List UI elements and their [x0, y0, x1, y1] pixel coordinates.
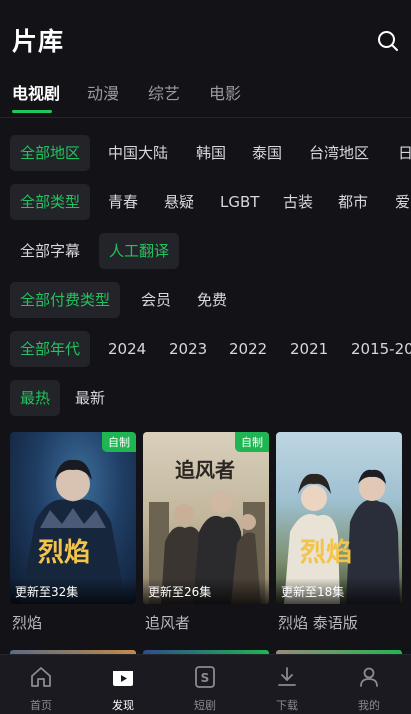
filter-year-2022[interactable]: 2022 — [219, 331, 277, 367]
poster-image[interactable]: 烈焰 更新至18集 — [276, 432, 402, 604]
profile-icon — [360, 667, 378, 687]
filter-genre-youth[interactable]: 青春 — [98, 184, 148, 220]
episode-overlay: 更新至18集 — [276, 578, 402, 604]
nav-short-drama[interactable]: S 短剧 — [164, 655, 246, 714]
genre-filter-row: 全部类型 青春 悬疑 LGBT 古装 都市 爱 — [0, 184, 411, 220]
filter-pay-all[interactable]: 全部付费类型 — [10, 282, 121, 318]
filter-pay-free[interactable]: 免费 — [187, 282, 237, 318]
filter-genre-lgbt[interactable]: LGBT — [210, 184, 269, 220]
filter-year-2015-20[interactable]: 2015-20 — [341, 331, 411, 367]
search-icon[interactable] — [377, 30, 399, 52]
svg-text:S: S — [201, 671, 210, 685]
episode-count: 更新至18集 — [281, 585, 345, 599]
filter-region-all[interactable]: 全部地区 — [10, 135, 91, 171]
nav-download[interactable]: 下载 — [246, 655, 328, 714]
home-icon — [31, 667, 51, 687]
poster-image[interactable]: 烈焰 自制 更新至32集 — [10, 432, 136, 604]
header: 片库 — [0, 0, 411, 76]
filter-region-mainland[interactable]: 中国大陆 — [98, 135, 178, 171]
filter-year-2023[interactable]: 2023 — [159, 331, 217, 367]
filter-region-korea[interactable]: 韩国 — [186, 135, 236, 171]
filter-genre-romance[interactable]: 爱 — [385, 184, 411, 220]
subtitle-filter-row: 全部字幕 人工翻译 — [0, 233, 411, 269]
poster-title-art: 烈焰 — [38, 538, 91, 568]
filter-genre-mystery[interactable]: 悬疑 — [154, 184, 204, 220]
poster-image[interactable]: 追风者 自制 更新至26集 — [143, 432, 269, 604]
nav-discover-label: 发现 — [112, 699, 134, 712]
poster-title-art: 烈焰 — [300, 538, 353, 568]
filter-region-taiwan[interactable]: 台湾地区 — [299, 135, 379, 171]
filter-genre-costume[interactable]: 古装 — [273, 184, 323, 220]
nav-discover[interactable]: 发现 — [82, 655, 164, 714]
filter-region-thailand[interactable]: 泰国 — [242, 135, 292, 171]
short-drama-icon: S — [195, 666, 215, 688]
episode-overlay: 更新至26集 — [143, 578, 269, 604]
tab-anime[interactable]: 动漫 — [87, 80, 119, 104]
nav-download-label: 下载 — [276, 699, 298, 712]
poster-title-art: 追风者 — [175, 458, 235, 482]
card-title[interactable]: 追风者 — [145, 612, 190, 633]
category-tabs: 电视剧 动漫 综艺 电影 — [0, 80, 411, 113]
episode-overlay: 更新至32集 — [10, 578, 136, 604]
original-badge: 自制 — [102, 432, 136, 452]
filter-subtitle-all[interactable]: 全部字幕 — [10, 233, 90, 269]
nav-profile-label: 我的 — [358, 699, 380, 712]
original-badge: 自制 — [235, 432, 269, 452]
filter-genre-urban[interactable]: 都市 — [328, 184, 378, 220]
filter-year-2021[interactable]: 2021 — [280, 331, 338, 367]
nav-short-drama-label: 短剧 — [194, 699, 216, 712]
nav-home[interactable]: 首页 — [0, 655, 82, 714]
sort-filter-row: 最热 最新 — [0, 380, 411, 416]
sort-new[interactable]: 最新 — [65, 380, 115, 416]
episode-count: 更新至32集 — [15, 585, 79, 599]
tab-movie[interactable]: 电影 — [209, 80, 241, 104]
year-filter-row: 全部年代 2024 2023 2022 2021 2015-20 — [0, 331, 411, 367]
tab-variety[interactable]: 综艺 — [148, 80, 180, 104]
active-tab-indicator — [12, 110, 52, 113]
bottom-nav: 首页 发现 S 短剧 下载 我的 — [0, 654, 411, 714]
episode-count: 更新至26集 — [148, 585, 212, 599]
card-title[interactable]: 烈焰 泰语版 — [278, 612, 358, 633]
page-title: 片库 — [12, 27, 65, 56]
nav-home-label: 首页 — [30, 699, 52, 712]
filter-pay-member[interactable]: 会员 — [131, 282, 181, 318]
tab-tv-series[interactable]: 电视剧 — [12, 80, 60, 104]
filter-region-japan[interactable]: 日 — [388, 135, 411, 171]
tabs-divider — [0, 117, 411, 118]
download-icon — [278, 667, 296, 686]
filter-genre-all[interactable]: 全部类型 — [10, 184, 91, 220]
nav-profile[interactable]: 我的 — [328, 655, 410, 714]
play-icon — [113, 668, 133, 686]
filter-year-2024[interactable]: 2024 — [98, 331, 156, 367]
region-filter-row: 全部地区 中国大陆 韩国 泰国 台湾地区 日 — [0, 135, 411, 171]
filter-subtitle-human[interactable]: 人工翻译 — [99, 233, 180, 269]
card-title[interactable]: 烈焰 — [12, 612, 42, 633]
sort-hot[interactable]: 最热 — [10, 380, 61, 416]
filter-year-all[interactable]: 全部年代 — [10, 331, 91, 367]
pay-filter-row: 全部付费类型 会员 免费 — [0, 282, 411, 318]
